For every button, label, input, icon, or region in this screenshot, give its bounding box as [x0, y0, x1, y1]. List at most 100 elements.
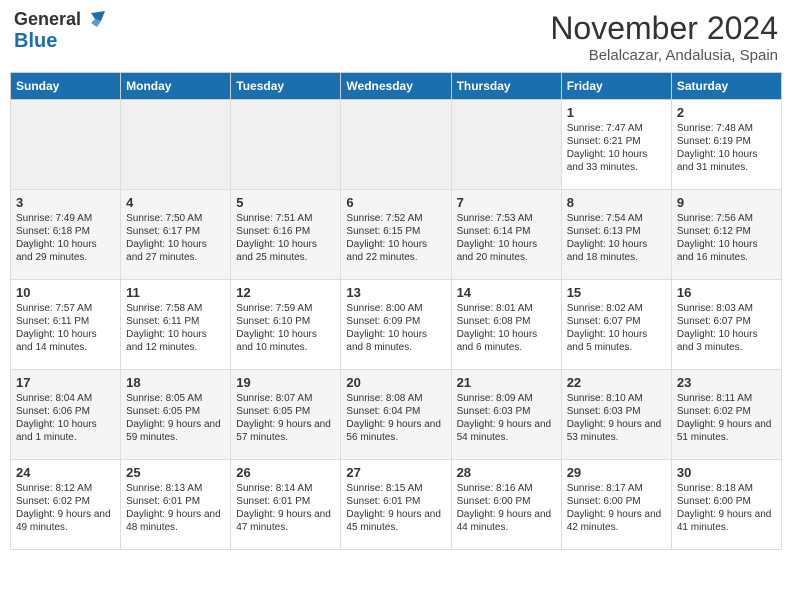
- cell-info-line: Daylight: 9 hours and 44 minutes.: [457, 508, 556, 534]
- day-number: 18: [126, 375, 225, 390]
- cell-info-line: Daylight: 10 hours and 12 minutes.: [126, 328, 225, 354]
- day-number: 20: [346, 375, 445, 390]
- day-number: 30: [677, 465, 776, 480]
- cell-info-line: Daylight: 9 hours and 41 minutes.: [677, 508, 776, 534]
- day-number: 28: [457, 465, 556, 480]
- weekday-header-sunday: Sunday: [11, 73, 121, 100]
- cell-info-line: Sunset: 6:02 PM: [677, 405, 776, 418]
- day-number: 10: [16, 285, 115, 300]
- cell-info-line: Sunset: 6:11 PM: [126, 315, 225, 328]
- calendar-cell: 11Sunrise: 7:58 AMSunset: 6:11 PMDayligh…: [121, 280, 231, 370]
- cell-info-line: Sunrise: 7:48 AM: [677, 122, 776, 135]
- cell-info-line: Sunrise: 8:14 AM: [236, 482, 335, 495]
- cell-info-line: Sunrise: 8:08 AM: [346, 392, 445, 405]
- cell-info-line: Daylight: 10 hours and 31 minutes.: [677, 148, 776, 174]
- calendar-cell: [11, 100, 121, 190]
- cell-info-line: Sunrise: 7:53 AM: [457, 212, 556, 225]
- cell-info-line: Daylight: 10 hours and 8 minutes.: [346, 328, 445, 354]
- calendar-cell: 10Sunrise: 7:57 AMSunset: 6:11 PMDayligh…: [11, 280, 121, 370]
- calendar-cell: 22Sunrise: 8:10 AMSunset: 6:03 PMDayligh…: [561, 370, 671, 460]
- cell-info-line: Daylight: 10 hours and 14 minutes.: [16, 328, 115, 354]
- calendar-cell: 1Sunrise: 7:47 AMSunset: 6:21 PMDaylight…: [561, 100, 671, 190]
- location-text: Belalcazar, Andalusia, Spain: [550, 47, 778, 64]
- day-number: 12: [236, 285, 335, 300]
- logo-blue-text: Blue: [14, 30, 57, 52]
- cell-info-line: Sunset: 6:00 PM: [457, 495, 556, 508]
- cell-info-line: Sunset: 6:00 PM: [677, 495, 776, 508]
- cell-info-line: Sunrise: 8:11 AM: [677, 392, 776, 405]
- day-number: 19: [236, 375, 335, 390]
- cell-info-line: Daylight: 9 hours and 48 minutes.: [126, 508, 225, 534]
- calendar-cell: 21Sunrise: 8:09 AMSunset: 6:03 PMDayligh…: [451, 370, 561, 460]
- month-title: November 2024: [550, 10, 778, 47]
- day-number: 6: [346, 195, 445, 210]
- day-number: 22: [567, 375, 666, 390]
- cell-info-line: Sunrise: 8:15 AM: [346, 482, 445, 495]
- cell-info-line: Sunset: 6:01 PM: [346, 495, 445, 508]
- day-number: 25: [126, 465, 225, 480]
- cell-info-line: Sunrise: 7:57 AM: [16, 302, 115, 315]
- calendar-cell: [231, 100, 341, 190]
- cell-info-line: Daylight: 10 hours and 6 minutes.: [457, 328, 556, 354]
- calendar-cell: 3Sunrise: 7:49 AMSunset: 6:18 PMDaylight…: [11, 190, 121, 280]
- cell-info-line: Sunrise: 8:12 AM: [16, 482, 115, 495]
- calendar-cell: 2Sunrise: 7:48 AMSunset: 6:19 PMDaylight…: [671, 100, 781, 190]
- day-number: 9: [677, 195, 776, 210]
- day-number: 4: [126, 195, 225, 210]
- day-number: 13: [346, 285, 445, 300]
- cell-info-line: Daylight: 10 hours and 16 minutes.: [677, 238, 776, 264]
- cell-info-line: Sunrise: 7:56 AM: [677, 212, 776, 225]
- cell-info-line: Sunset: 6:21 PM: [567, 135, 666, 148]
- calendar-cell: 18Sunrise: 8:05 AMSunset: 6:05 PMDayligh…: [121, 370, 231, 460]
- title-block: November 2024 Belalcazar, Andalusia, Spa…: [550, 10, 778, 64]
- logo-bird-icon: [83, 11, 105, 29]
- weekday-header-saturday: Saturday: [671, 73, 781, 100]
- weekday-header-tuesday: Tuesday: [231, 73, 341, 100]
- cell-info-line: Sunset: 6:14 PM: [457, 225, 556, 238]
- cell-info-line: Sunset: 6:19 PM: [677, 135, 776, 148]
- day-number: 16: [677, 285, 776, 300]
- cell-info-line: Sunrise: 8:17 AM: [567, 482, 666, 495]
- calendar-cell: 26Sunrise: 8:14 AMSunset: 6:01 PMDayligh…: [231, 460, 341, 550]
- weekday-header-wednesday: Wednesday: [341, 73, 451, 100]
- logo: General Blue: [14, 10, 105, 52]
- cell-info-line: Sunrise: 8:18 AM: [677, 482, 776, 495]
- calendar-cell: 8Sunrise: 7:54 AMSunset: 6:13 PMDaylight…: [561, 190, 671, 280]
- calendar-cell: 30 Sunrise: 8:18 AMSunset: 6:00 PMDayligh…: [671, 460, 781, 550]
- cell-info-line: Daylight: 9 hours and 57 minutes.: [236, 418, 335, 444]
- calendar-cell: [121, 100, 231, 190]
- cell-info-line: Daylight: 10 hours and 1 minute.: [16, 418, 115, 444]
- day-number: 1: [567, 105, 666, 120]
- cell-info-line: Sunrise: 7:51 AM: [236, 212, 335, 225]
- calendar-cell: [451, 100, 561, 190]
- calendar-cell: 23 Sunrise: 8:11 AMSunset: 6:02 PMDayligh…: [671, 370, 781, 460]
- day-number: 23: [677, 375, 776, 390]
- calendar-table: SundayMondayTuesdayWednesdayThursdayFrid…: [10, 72, 782, 550]
- cell-info-line: Sunrise: 7:54 AM: [567, 212, 666, 225]
- cell-info-line: Sunset: 6:12 PM: [677, 225, 776, 238]
- cell-info-line: Daylight: 9 hours and 49 minutes.: [16, 508, 115, 534]
- calendar-cell: 28Sunrise: 8:16 AMSunset: 6:00 PMDayligh…: [451, 460, 561, 550]
- cell-info-line: Daylight: 9 hours and 51 minutes.: [677, 418, 776, 444]
- calendar-cell: 12 Sunrise: 7:59 AMSunset: 6:10 PMDayligh…: [231, 280, 341, 370]
- cell-info-line: Daylight: 10 hours and 33 minutes.: [567, 148, 666, 174]
- cell-info-line: Sunset: 6:07 PM: [567, 315, 666, 328]
- cell-info-line: Sunrise: 8:03 AM: [677, 302, 776, 315]
- cell-info-line: Sunrise: 7:52 AM: [346, 212, 445, 225]
- calendar-cell: 16Sunrise: 8:03 AMSunset: 6:07 PMDayligh…: [671, 280, 781, 370]
- cell-info-line: Sunrise: 8:04 AM: [16, 392, 115, 405]
- calendar-cell: 27Sunrise: 8:15 AMSunset: 6:01 PMDayligh…: [341, 460, 451, 550]
- cell-info-line: Sunset: 6:13 PM: [567, 225, 666, 238]
- cell-info-line: Sunrise: 7:59 AM: [236, 302, 335, 315]
- cell-info-line: Daylight: 10 hours and 10 minutes.: [236, 328, 335, 354]
- cell-info-line: Sunset: 6:06 PM: [16, 405, 115, 418]
- cell-info-line: Sunset: 6:10 PM: [236, 315, 335, 328]
- calendar-cell: 15Sunrise: 8:02 AMSunset: 6:07 PMDayligh…: [561, 280, 671, 370]
- calendar-cell: 20Sunrise: 8:08 AMSunset: 6:04 PMDayligh…: [341, 370, 451, 460]
- calendar-cell: 6Sunrise: 7:52 AMSunset: 6:15 PMDaylight…: [341, 190, 451, 280]
- cell-info-line: Sunrise: 7:50 AM: [126, 212, 225, 225]
- cell-info-line: Daylight: 9 hours and 56 minutes.: [346, 418, 445, 444]
- cell-info-line: Sunrise: 8:05 AM: [126, 392, 225, 405]
- day-number: 24: [16, 465, 115, 480]
- cell-info-line: Sunset: 6:00 PM: [567, 495, 666, 508]
